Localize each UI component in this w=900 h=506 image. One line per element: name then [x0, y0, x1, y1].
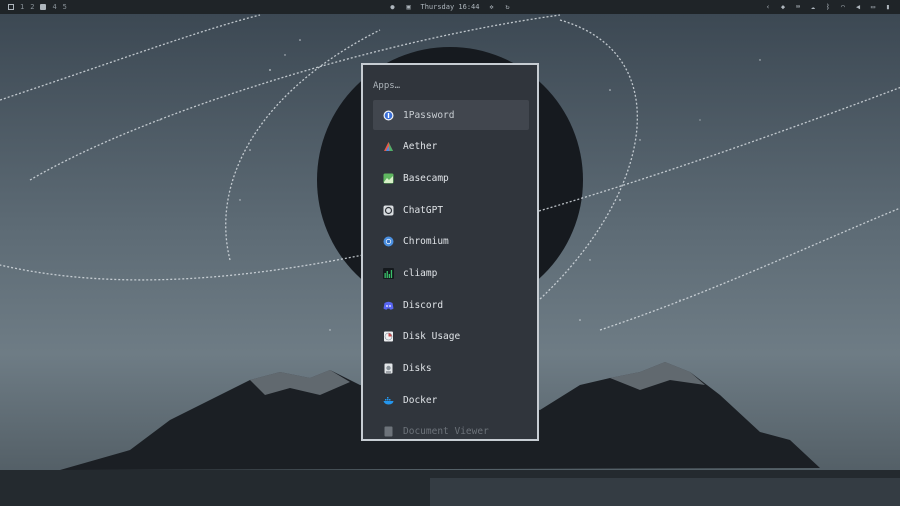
stop-square-icon[interactable] [40, 4, 47, 10]
chromium-icon [383, 236, 394, 247]
basecamp-icon [383, 173, 394, 184]
workspace-4[interactable]: 4 [52, 0, 56, 14]
cliamp-icon [383, 267, 394, 279]
app-label: Aether [403, 141, 438, 153]
app-label: cliamp [403, 267, 438, 279]
chevron-left-icon[interactable]: ‹ [764, 3, 772, 11]
search-input[interactable] [373, 81, 523, 91]
app-label: ChatGPT [403, 204, 444, 216]
dropbox-icon[interactable]: ◆ [779, 3, 787, 11]
workspace-1[interactable]: 1 [20, 0, 24, 14]
app-item-1password[interactable]: 1Password [373, 100, 529, 130]
app-list: 1Password Aether Basecamp ChatGPT Chromi… [373, 100, 529, 439]
app-label: Basecamp [403, 172, 449, 184]
app-label: Chromium [403, 236, 449, 248]
workspace-switcher: 1 2 4 5 [8, 0, 67, 14]
desktop: 1 2 4 5 ● ▣ Thursday 16:44 ✲ ↻ ‹ ◆ ⌨ ☁ ᛒ… [0, 0, 900, 506]
system-tray: ‹ ◆ ⌨ ☁ ᛒ ◠ ◀ ▭ ▮ [764, 0, 892, 14]
cloud-icon[interactable]: ☁ [809, 3, 817, 11]
app-label: Discord [403, 299, 444, 311]
app-item-basecamp[interactable]: Basecamp [373, 163, 529, 193]
app-label: 1Password [403, 109, 455, 121]
docker-icon [383, 395, 394, 406]
screen-share-icon[interactable]: ▣ [404, 3, 412, 11]
aether-icon [383, 141, 394, 152]
app-launcher: 1Password Aether Basecamp ChatGPT [361, 63, 539, 441]
window-icon[interactable] [8, 4, 14, 10]
wifi-icon[interactable]: ◠ [839, 3, 847, 11]
brightness-icon[interactable]: ✲ [488, 3, 496, 11]
app-item-docker[interactable]: Docker [373, 385, 529, 415]
water-reflection [430, 478, 900, 506]
app-item-discord[interactable]: Discord [373, 290, 529, 320]
disk-usage-icon [383, 331, 394, 342]
workspace-5[interactable]: 5 [63, 0, 67, 14]
app-label: Docker [403, 394, 438, 406]
app-label: Document Viewer [403, 426, 489, 438]
app-item-chromium[interactable]: Chromium [373, 227, 529, 257]
refresh-icon[interactable]: ↻ [504, 3, 512, 11]
clock[interactable]: Thursday 16:44 [420, 0, 479, 14]
battery-icon[interactable]: ▮ [884, 3, 892, 11]
top-bar: 1 2 4 5 ● ▣ Thursday 16:44 ✲ ↻ ‹ ◆ ⌨ ☁ ᛒ… [0, 0, 900, 14]
chatgpt-icon [383, 205, 394, 216]
disks-icon [383, 363, 394, 374]
keyboard-icon[interactable]: ⌨ [794, 3, 802, 11]
app-item-cliamp[interactable]: cliamp [373, 258, 529, 288]
app-item-document-viewer[interactable]: Document Viewer [373, 417, 529, 439]
volume-icon[interactable]: ◀ [854, 3, 862, 11]
app-item-disk-usage[interactable]: Disk Usage [373, 322, 529, 352]
app-label: Disk Usage [403, 331, 461, 343]
app-item-disks[interactable]: Disks [373, 354, 529, 384]
discord-icon [383, 300, 394, 311]
onepassword-icon [383, 110, 394, 121]
bluetooth-icon[interactable]: ᛒ [824, 3, 832, 11]
app-item-aether[interactable]: Aether [373, 132, 529, 162]
document-viewer-icon [383, 426, 394, 437]
app-label: Disks [403, 363, 432, 374]
app-item-chatgpt[interactable]: ChatGPT [373, 195, 529, 225]
display-icon[interactable]: ▭ [869, 3, 877, 11]
record-icon[interactable]: ● [388, 3, 396, 11]
workspace-2[interactable]: 2 [30, 0, 34, 14]
